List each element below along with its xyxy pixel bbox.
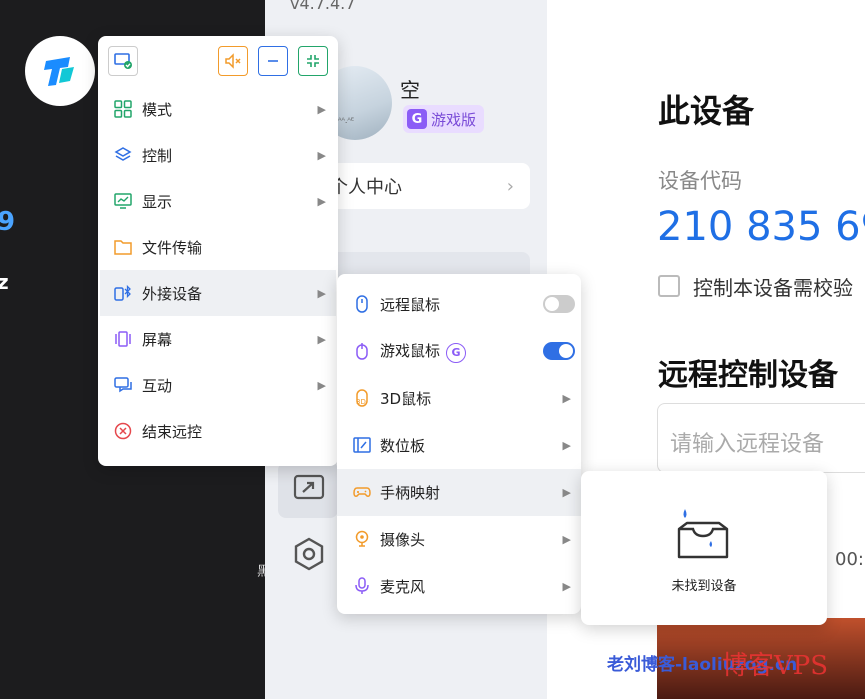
submenu-item-camera[interactable]: 摄像头 ▶ — [337, 516, 581, 563]
chat-icon — [114, 377, 132, 393]
username: 空 — [400, 78, 420, 102]
monitor-icon — [114, 193, 132, 209]
device-code-label: 设备代码 — [658, 169, 742, 193]
submenu-item-game-mouse[interactable]: 游戏鼠标 G — [337, 328, 581, 375]
screen-share-icon — [293, 474, 325, 500]
speaker-mute-icon — [225, 53, 241, 69]
menu-item-external-devices[interactable]: 外接设备 ▶ — [100, 270, 336, 316]
chevron-right-icon: ▶ — [562, 580, 571, 593]
device-status-button[interactable] — [108, 46, 138, 76]
exit-fullscreen-button[interactable] — [298, 46, 328, 76]
menu-item-screen[interactable]: 屏幕 ▶ — [100, 316, 336, 362]
mic-icon — [355, 577, 369, 594]
chevron-right-icon: ▶ — [562, 392, 571, 405]
menu-item-control[interactable]: 控制 ▶ — [100, 132, 336, 178]
submenu-item-label: 摄像头 — [380, 531, 426, 549]
todesk-logo-icon — [44, 57, 74, 86]
menu-item-display[interactable]: 显示 ▶ — [100, 178, 336, 224]
gamepad-submenu: 未找到设备 — [581, 471, 827, 625]
verify-checkbox[interactable] — [658, 275, 680, 297]
submenu-item-microphone[interactable]: 麦克风 ▶ — [337, 563, 581, 610]
remote-control-menu: 模式 ▶ 控制 ▶ 显示 ▶ 文件传输 外接设备 ▶ 屏幕 ▶ 互动 ▶ 结束远… — [98, 36, 338, 466]
submenu-item-gamepad[interactable]: 手柄映射 ▶ — [337, 469, 581, 516]
menu-item-label: 控制 — [142, 146, 173, 165]
edge-glyph-2: z — [0, 270, 9, 294]
chevron-right-icon: ▶ — [317, 194, 326, 208]
tablet-icon — [353, 437, 371, 453]
submenu-item-label: 手柄映射 — [380, 484, 441, 502]
game-mouse-icon — [356, 343, 368, 360]
empty-box-icon — [677, 509, 729, 559]
menu-item-label: 外接设备 — [142, 284, 203, 303]
3d-mouse-icon: 3D — [356, 389, 368, 407]
grid-icon — [114, 100, 132, 118]
submenu-item-remote-mouse[interactable]: 远程鼠标 — [337, 281, 581, 328]
game-mouse-toggle[interactable] — [543, 342, 575, 360]
chevron-right-icon: ▶ — [317, 286, 326, 300]
chevron-right-icon: ▶ — [562, 533, 571, 546]
remote-control-title: 远程控制设备 — [658, 358, 838, 393]
menu-item-label: 显示 — [142, 192, 173, 211]
menu-item-label: 互动 — [142, 376, 173, 395]
screens-icon — [115, 331, 131, 347]
folder-icon — [114, 240, 132, 255]
close-circle-icon — [114, 422, 132, 440]
edition-badge-label: 游戏版 — [431, 110, 477, 129]
menu-item-interact[interactable]: 互动 ▶ — [100, 362, 336, 408]
chevron-right-icon: ▶ — [317, 378, 326, 392]
submenu-item-label: 数位板 — [380, 437, 426, 455]
chevron-right-icon: ▶ — [317, 332, 326, 346]
toggle-knob — [545, 297, 559, 311]
submenu-item-3d-mouse[interactable]: 3D 3D鼠标 ▶ — [337, 375, 581, 422]
game-badge-icon: G — [446, 342, 467, 363]
minimize-button[interactable] — [258, 46, 288, 76]
submenu-item-label: 3D鼠标 — [380, 390, 432, 408]
chevron-right-icon: › — [506, 175, 514, 197]
gamepad-icon — [353, 487, 371, 497]
menu-toolbar — [98, 36, 338, 86]
layers-icon — [114, 147, 132, 161]
chevron-right-icon: ▶ — [562, 486, 571, 499]
time-fragment: 00: — [835, 549, 864, 570]
submenu-item-label: 麦克风 — [380, 578, 426, 596]
remote-mouse-toggle[interactable] — [543, 295, 575, 313]
chevron-right-icon: ▶ — [562, 439, 571, 452]
game-mouse-label: 游戏鼠标 — [380, 342, 441, 361]
menu-item-end-remote[interactable]: 结束远控 — [100, 408, 336, 454]
submenu-item-label: 远程鼠标 — [380, 296, 441, 314]
submenu-item-tablet[interactable]: 数位板 ▶ — [337, 422, 581, 469]
app-version: v4.7.4.7 — [290, 0, 356, 13]
camera-icon — [355, 530, 369, 547]
personal-center-label: 个人中心 — [330, 177, 402, 198]
menu-item-label: 屏幕 — [142, 330, 173, 349]
badge-g-icon: G — [407, 109, 427, 129]
mute-button[interactable] — [218, 46, 248, 76]
menu-item-label: 文件传输 — [142, 238, 203, 257]
chevron-right-icon: ▶ — [317, 148, 326, 162]
svg-text:3D: 3D — [356, 398, 366, 406]
edge-glyph-1: 9 — [0, 207, 16, 237]
settings-hex-icon[interactable] — [292, 537, 326, 571]
chevron-right-icon: ▶ — [317, 102, 326, 116]
menu-item-mode[interactable]: 模式 ▶ — [100, 86, 336, 132]
menu-item-label: 结束远控 — [142, 422, 203, 441]
verify-checkbox-label: 控制本设备需校验 — [693, 276, 853, 300]
this-device-title: 此设备 — [658, 92, 755, 130]
device-code: 210 835 69 — [657, 204, 865, 250]
monitor-check-icon — [114, 53, 132, 69]
menu-item-file-transfer[interactable]: 文件传输 — [100, 224, 336, 270]
remote-device-input[interactable]: 请输入远程设备 — [657, 403, 865, 473]
bluetooth-device-icon — [114, 284, 131, 301]
menu-item-label: 模式 — [142, 100, 173, 119]
edition-badge: G 游戏版 — [403, 105, 485, 133]
minus-icon — [268, 60, 278, 62]
todesk-logo[interactable] — [25, 36, 95, 106]
collapse-icon — [307, 55, 319, 67]
submenu-item-label: 游戏鼠标 G — [380, 340, 467, 363]
mouse-icon — [356, 295, 368, 313]
watermark-logo: 博客VPS — [722, 651, 829, 681]
toggle-knob — [559, 344, 573, 358]
external-devices-submenu: 远程鼠标 游戏鼠标 G 3D 3D鼠标 ▶ 数位板 ▶ 手柄映射 ▶ 摄像头 ▶… — [337, 274, 581, 614]
no-device-text: 未找到设备 — [671, 579, 737, 594]
